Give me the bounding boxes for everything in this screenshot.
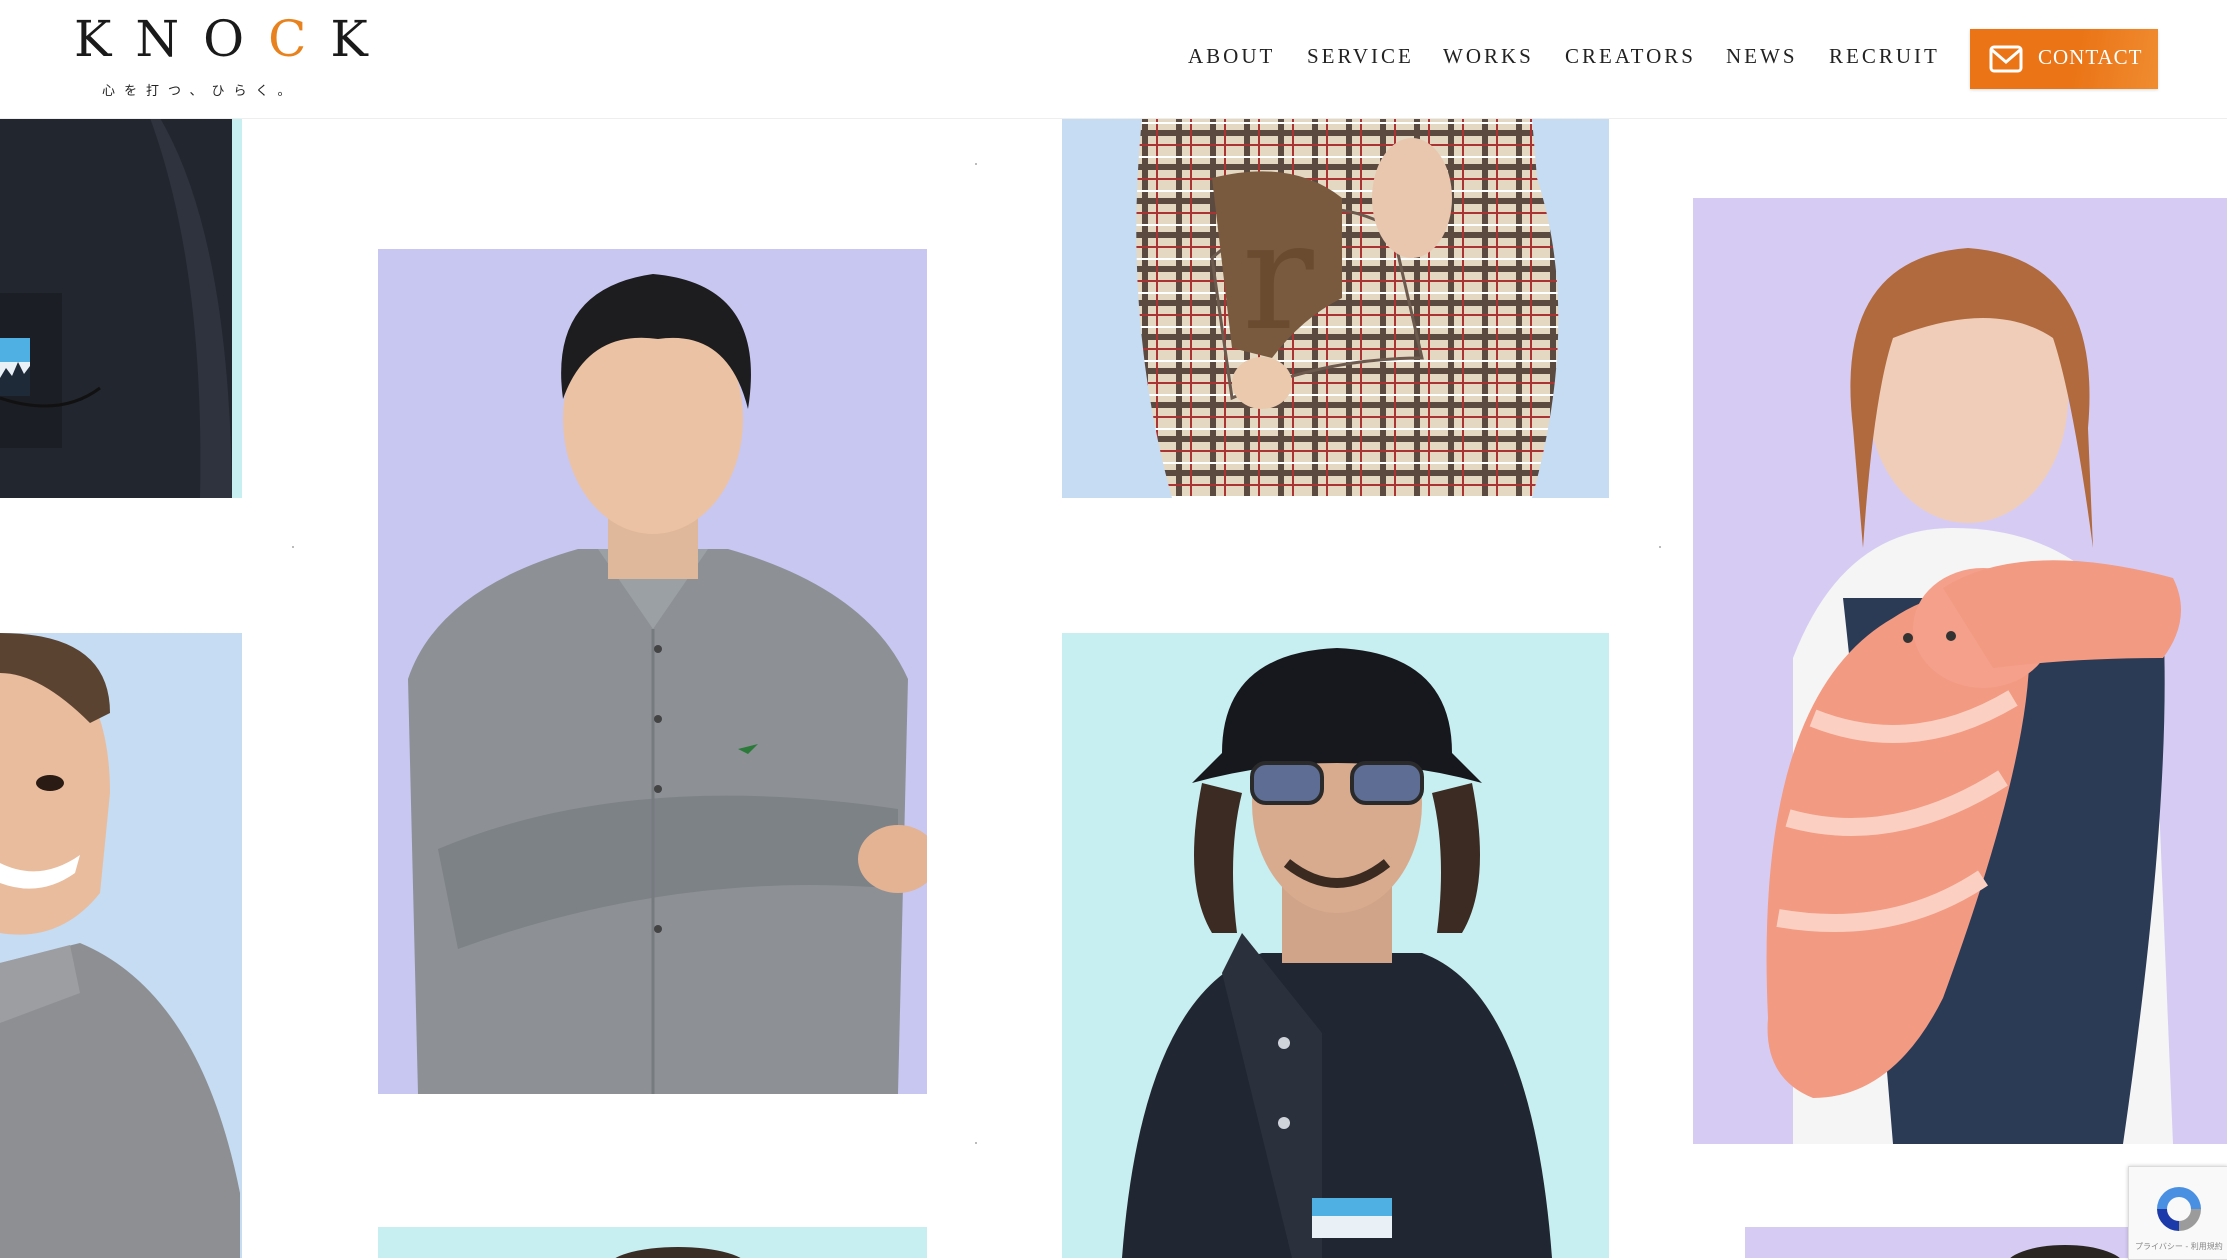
woman-with-plush-photo — [1766, 248, 2181, 1144]
decorative-dot — [292, 546, 294, 548]
site-tagline: 心を打つ、ひらく。 — [102, 84, 300, 99]
contact-label: CONTACT — [2038, 45, 2143, 69]
bucket-hat-man-photo — [1122, 648, 1552, 1258]
recaptcha-footer[interactable]: プライバシー - 利用規約 — [2135, 1241, 2223, 1252]
creator-photo[interactable] — [1693, 198, 2227, 1144]
nav-about[interactable]: ABOUT — [1188, 44, 1275, 69]
dark-jacket-photo — [0, 118, 232, 498]
creator-photo[interactable] — [0, 118, 242, 498]
recaptcha-icon — [2157, 1187, 2201, 1231]
mail-icon — [1989, 45, 2023, 73]
partial-photo — [615, 1247, 741, 1258]
decorative-dot — [1659, 546, 1661, 548]
nav-works[interactable]: WORKS — [1443, 44, 1534, 69]
site-header: KNOCK 心を打つ、ひらく。 ABOUT SERVICE WORKS CREA… — [0, 0, 2227, 119]
creator-photo[interactable] — [378, 249, 927, 1094]
gray-shirt-man-photo — [408, 274, 927, 1094]
decorative-dot — [975, 163, 977, 165]
creator-photo[interactable] — [378, 1227, 927, 1258]
decorative-dot — [975, 1142, 977, 1144]
main-nav: ABOUT SERVICE WORKS CREATORS NEWS RECRUI… — [0, 44, 2227, 74]
plaid-shirt-photo: r — [1136, 118, 1559, 498]
contact-button[interactable]: CONTACT — [1970, 29, 2158, 89]
svg-text:r: r — [1242, 190, 1314, 364]
creator-photo[interactable]: r — [1062, 118, 1609, 498]
nav-service[interactable]: SERVICE — [1307, 44, 1414, 69]
nav-news[interactable]: NEWS — [1726, 44, 1798, 69]
creator-photo[interactable] — [0, 633, 242, 1258]
smiling-man-photo — [0, 633, 240, 1258]
creator-photo[interactable] — [1062, 633, 1609, 1258]
nav-creators[interactable]: CREATORS — [1565, 44, 1696, 69]
nav-recruit[interactable]: RECRUIT — [1829, 44, 1940, 69]
recaptcha-badge[interactable]: プライバシー - 利用規約 — [2128, 1166, 2227, 1260]
